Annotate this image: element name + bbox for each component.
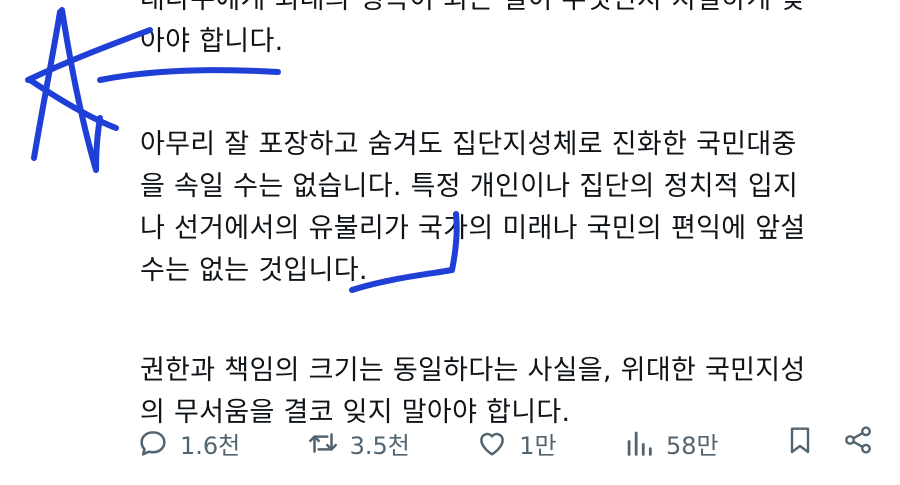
reply-count: 1.6천 (180, 431, 241, 460)
post-action-bar: 1.6천 3.5천 1만 58만 (136, 420, 874, 466)
post-line: 을 속일 수는 없습니다. 특정 개인이나 집단의 정치적 입지 (140, 171, 799, 202)
repost-button[interactable]: 3.5천 (306, 426, 410, 461)
repost-arrows-icon (306, 426, 340, 460)
post-line: 아야 합니다. (140, 26, 284, 57)
views-button[interactable]: 58만 (622, 426, 719, 461)
bar-chart-icon (622, 426, 656, 460)
post-body: 대다수에게 최대의 행복이 되는 길이 무엇인지 치열하게 찾 아야 합니다. … (140, 0, 880, 434)
post-line: 대다수에게 최대의 행복이 되는 길이 무엇인지 치열하게 찾 (140, 0, 880, 21)
speech-bubble-icon (136, 426, 170, 460)
reply-button[interactable]: 1.6천 (136, 426, 240, 461)
post-line: 권한과 책임의 크기는 동일하다는 사실을, 위대한 국민지성 (140, 355, 806, 386)
post-line: 수는 없는 것입니다. (140, 255, 368, 286)
post-line: 나 선거에서의 유불리가 국가의 미래나 국민의 편익에 앞설 (140, 213, 806, 244)
heart-icon (475, 426, 509, 460)
repost-count: 3.5천 (349, 431, 410, 460)
post-secondary-actions (784, 424, 874, 462)
star-scribble (25, 7, 153, 173)
like-count: 1만 (519, 431, 557, 460)
view-count: 58만 (665, 431, 719, 460)
post-line: 아무리 잘 포장하고 숨겨도 집단지성체로 진화한 국민대중 (140, 129, 797, 160)
like-button[interactable]: 1만 (475, 426, 557, 461)
share-icon[interactable] (842, 424, 874, 462)
bookmark-icon[interactable] (784, 424, 816, 462)
